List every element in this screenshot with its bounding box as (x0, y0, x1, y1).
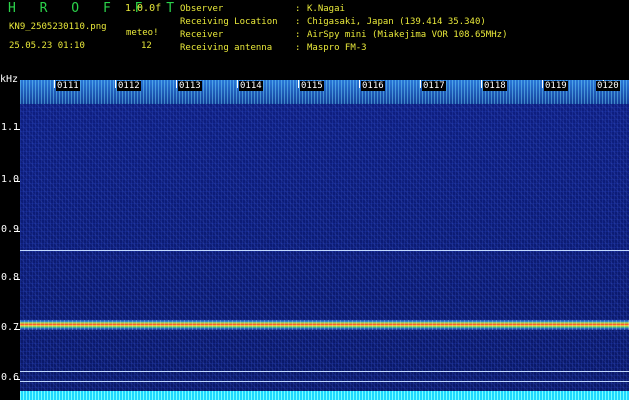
info-row: Receiver: AirSpy mini (Miakejima VOR 108.… (180, 30, 508, 40)
y-tick (14, 279, 20, 280)
time-tick (481, 80, 482, 88)
y-tick (14, 379, 20, 380)
time-tick (115, 80, 116, 88)
station-info: Observer: K.Nagai Receiving Location: Chig… (180, 3, 507, 55)
lower-noise-band (20, 391, 629, 400)
y-tick (14, 231, 20, 232)
y-axis-unit: kHz (0, 74, 19, 85)
time-tick (298, 80, 299, 88)
info-value: AirSpy mini (Miakejima VOR 108.65MHz) (307, 30, 508, 40)
time-label: 0119 (544, 81, 568, 91)
time-tick (542, 80, 543, 88)
carrier-signal-trace (20, 320, 629, 330)
info-row: Observer: K.Nagai (180, 4, 345, 14)
info-key: Receiving Location (180, 17, 278, 27)
time-label: 0113 (178, 81, 202, 91)
time-tick (176, 80, 177, 88)
time-label: 0115 (300, 81, 324, 91)
time-label: 0114 (239, 81, 263, 91)
time-label: 0120 (596, 81, 620, 91)
upper-noise-band (20, 80, 629, 104)
time-label: 0112 (117, 81, 141, 91)
time-tick (420, 80, 421, 88)
info-row: Receiving Location: Chigasaki, Japan (139… (180, 17, 486, 27)
time-label: 0116 (361, 81, 385, 91)
noise-field (20, 80, 629, 400)
y-tick-label: 1.1 (1, 122, 20, 133)
y-tick-label: 0.8 (1, 272, 20, 283)
info-value: Chigasaki, Japan (139.414 35.340) (307, 17, 486, 27)
info-key: Receiver (180, 30, 224, 40)
time-label: 0111 (56, 81, 80, 91)
info-row: Receiving antenna: Maspro FM-3 (180, 43, 367, 53)
version-label: 1.0.0f (125, 3, 162, 14)
info-value: Maspro FM-3 (307, 43, 367, 53)
y-tick-label: 0.9 (1, 224, 20, 235)
y-tick-label: 0.6 (1, 372, 20, 383)
mode-label: meteo! (126, 28, 159, 38)
time-label: 0117 (422, 81, 446, 91)
time-tick (359, 80, 360, 88)
header-panel: H R O F F T 1.0.0f KN9_2505230110.png me… (0, 0, 629, 78)
y-tick-label: 1.0 (1, 174, 20, 185)
y-tick (14, 129, 20, 130)
info-value: K.Nagai (307, 4, 345, 14)
time-tick (54, 80, 55, 88)
y-tick-label: 0.7 (1, 322, 20, 333)
spectrogram-plot (20, 80, 629, 400)
datetime-label: 25.05.23 01:10 (9, 41, 85, 51)
reference-line (20, 371, 629, 372)
info-key: Observer (180, 4, 224, 14)
y-tick (14, 329, 20, 330)
info-key: Receiving antenna (180, 43, 273, 53)
time-tick (237, 80, 238, 88)
reference-line (20, 381, 629, 382)
time-label: 0118 (483, 81, 507, 91)
count-label: 12 (141, 41, 152, 51)
y-tick (14, 181, 20, 182)
file-name: KN9_2505230110.png (9, 22, 107, 32)
reference-line (20, 250, 629, 251)
